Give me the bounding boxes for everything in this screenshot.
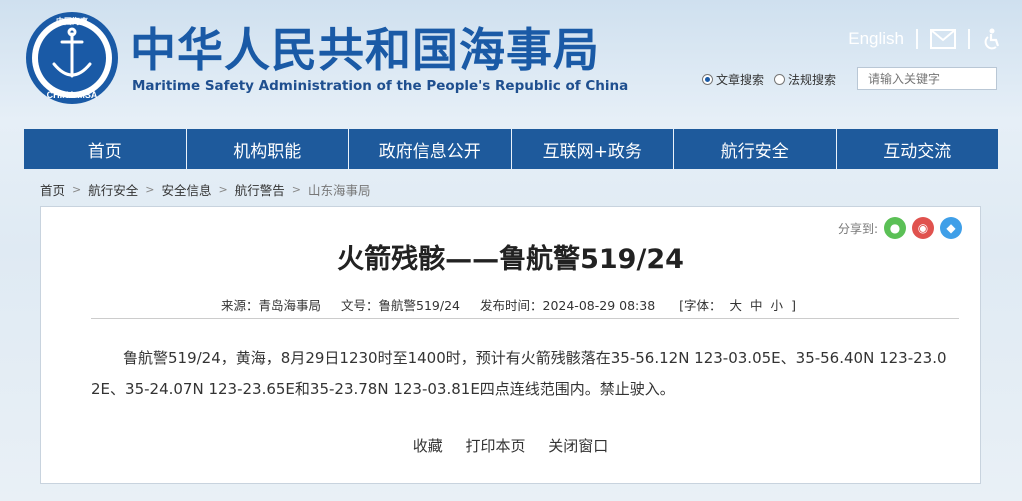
print-button[interactable]: 打印本页 <box>465 437 525 455</box>
accessibility-icon[interactable] <box>982 28 1002 50</box>
font-size-label: [字体： <box>679 298 722 313</box>
close-window-button[interactable]: 关闭窗口 <box>548 437 608 455</box>
breadcrumb: 首页 > 航行安全 > 安全信息 > 航行警告 > 山东海事局 <box>40 180 370 199</box>
breadcrumb-nav-warnings[interactable]: 航行警告 <box>235 180 285 199</box>
main-nav: 首页 机构职能 政府信息公开 互联网+政务 航行安全 互动交流 <box>24 129 998 169</box>
logo-ring-text: 中国海事 <box>56 16 88 26</box>
article-source: 来源：青岛海事局 <box>221 298 322 313</box>
english-link[interactable]: English <box>848 29 904 49</box>
share-bar: 分享到: ● ◉ ◆ <box>838 217 962 239</box>
font-size-control: [字体： 大中小] <box>675 298 800 313</box>
nav-item-functions[interactable]: 机构职能 <box>187 129 349 169</box>
font-size-close: ] <box>791 298 796 313</box>
top-links: English <box>848 28 1002 50</box>
chevron-right-icon: > <box>72 183 82 196</box>
search-option-law[interactable]: 法规搜索 <box>774 71 836 88</box>
chevron-right-icon: > <box>291 183 301 196</box>
msa-logo[interactable]: 中国海事 CHINA MSA <box>24 10 120 106</box>
site-title-en: Maritime Safety Administration of the Pe… <box>132 78 629 94</box>
nav-item-gov-info[interactable]: 政府信息公开 <box>349 129 512 169</box>
article-actions: 收藏 打印本页 关闭窗口 <box>41 435 980 456</box>
site-title-cn: 中华人民共和国海事局 <box>130 23 600 77</box>
article-meta: 来源：青岛海事局 文号：鲁航警519/24 发布时间：2024-08-29 08… <box>41 295 980 314</box>
chevron-right-icon: > <box>218 183 228 196</box>
share-label: 分享到: <box>837 221 878 236</box>
qq-icon[interactable]: ◆ <box>940 217 962 239</box>
weibo-icon[interactable]: ◉ <box>912 217 934 239</box>
breadcrumb-safety-info[interactable]: 安全信息 <box>161 180 211 199</box>
nav-item-interaction[interactable]: 互动交流 <box>837 129 999 169</box>
nav-item-navigation-safety[interactable]: 航行安全 <box>674 129 837 169</box>
article-doc-no: 文号：鲁航警519/24 <box>341 298 461 313</box>
search-option-article[interactable]: 文章搜索 <box>702 71 764 88</box>
mail-icon[interactable] <box>930 29 956 49</box>
article-panel: 分享到: ● ◉ ◆ 火箭残骸——鲁航警519/24 来源：青岛海事局 文号：鲁… <box>40 206 981 484</box>
divider <box>968 29 970 49</box>
divider <box>916 29 918 49</box>
article-time: 发布时间：2024-08-29 08:38 <box>480 298 656 313</box>
nav-item-internet-services[interactable]: 互联网+政务 <box>512 129 674 169</box>
radio-icon[interactable] <box>774 74 786 85</box>
chevron-right-icon: > <box>145 183 155 196</box>
breadcrumb-navigation-safety[interactable]: 航行安全 <box>88 180 138 199</box>
site-header: 中国海事 CHINA MSA 中华人民共和国海事局 Maritime Safet… <box>0 0 1022 128</box>
favorite-button[interactable]: 收藏 <box>413 437 443 455</box>
article-title: 火箭残骸——鲁航警519/24 <box>337 244 684 275</box>
nav-item-home[interactable]: 首页 <box>24 129 187 169</box>
breadcrumb-home[interactable]: 首页 <box>40 180 65 199</box>
logo-text: CHINA MSA <box>47 90 98 100</box>
search-options: 文章搜索 法规搜索 <box>702 71 836 88</box>
wechat-icon[interactable]: ● <box>884 217 906 239</box>
breadcrumb-shandong-msa[interactable]: 山东海事局 <box>308 180 371 199</box>
font-size-large[interactable]: 大 <box>730 298 743 313</box>
radio-selected-icon[interactable] <box>702 74 713 85</box>
font-size-small[interactable]: 小 <box>771 298 784 313</box>
font-size-medium[interactable]: 中 <box>750 298 763 313</box>
search-input[interactable] <box>857 67 997 90</box>
meta-divider <box>91 318 959 319</box>
article-body: 鲁航警519/24，黄海，8月29日1230时至1400时，预计有火箭残骸落在3… <box>91 349 947 398</box>
